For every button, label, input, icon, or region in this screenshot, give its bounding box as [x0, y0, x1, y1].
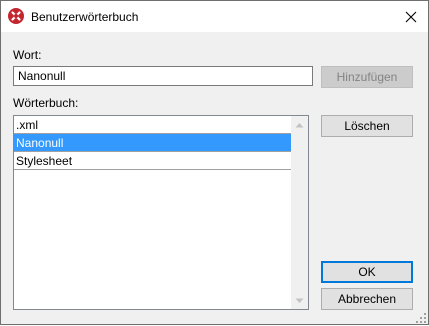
app-icon	[8, 8, 24, 24]
window-title: Benutzerwörterbuch	[31, 10, 139, 24]
scrollbar[interactable]	[291, 116, 308, 309]
dictionary-label: Wörterbuch:	[13, 96, 79, 110]
scroll-down-icon[interactable]	[291, 292, 308, 309]
list-item[interactable]: .xml	[14, 116, 291, 134]
resize-grip-icon[interactable]	[416, 312, 426, 323]
close-icon[interactable]	[400, 6, 422, 28]
delete-button[interactable]: Löschen	[321, 115, 413, 137]
cancel-button[interactable]: Abbrechen	[321, 288, 413, 310]
scroll-up-icon[interactable]	[291, 116, 308, 133]
dictionary-list[interactable]: .xml Nanonull Stylesheet	[13, 115, 309, 310]
title-bar[interactable]: Benutzerwörterbuch	[1, 1, 428, 32]
word-label: Wort:	[13, 48, 42, 62]
dialog-window: Benutzerwörterbuch Wort: Hinzufügen Wört…	[0, 0, 429, 325]
list-item-selected[interactable]: Nanonull	[14, 134, 291, 152]
word-input[interactable]	[13, 66, 313, 86]
add-button[interactable]: Hinzufügen	[321, 66, 413, 88]
list-item[interactable]: Stylesheet	[14, 152, 291, 170]
ok-button[interactable]: OK	[321, 261, 413, 283]
